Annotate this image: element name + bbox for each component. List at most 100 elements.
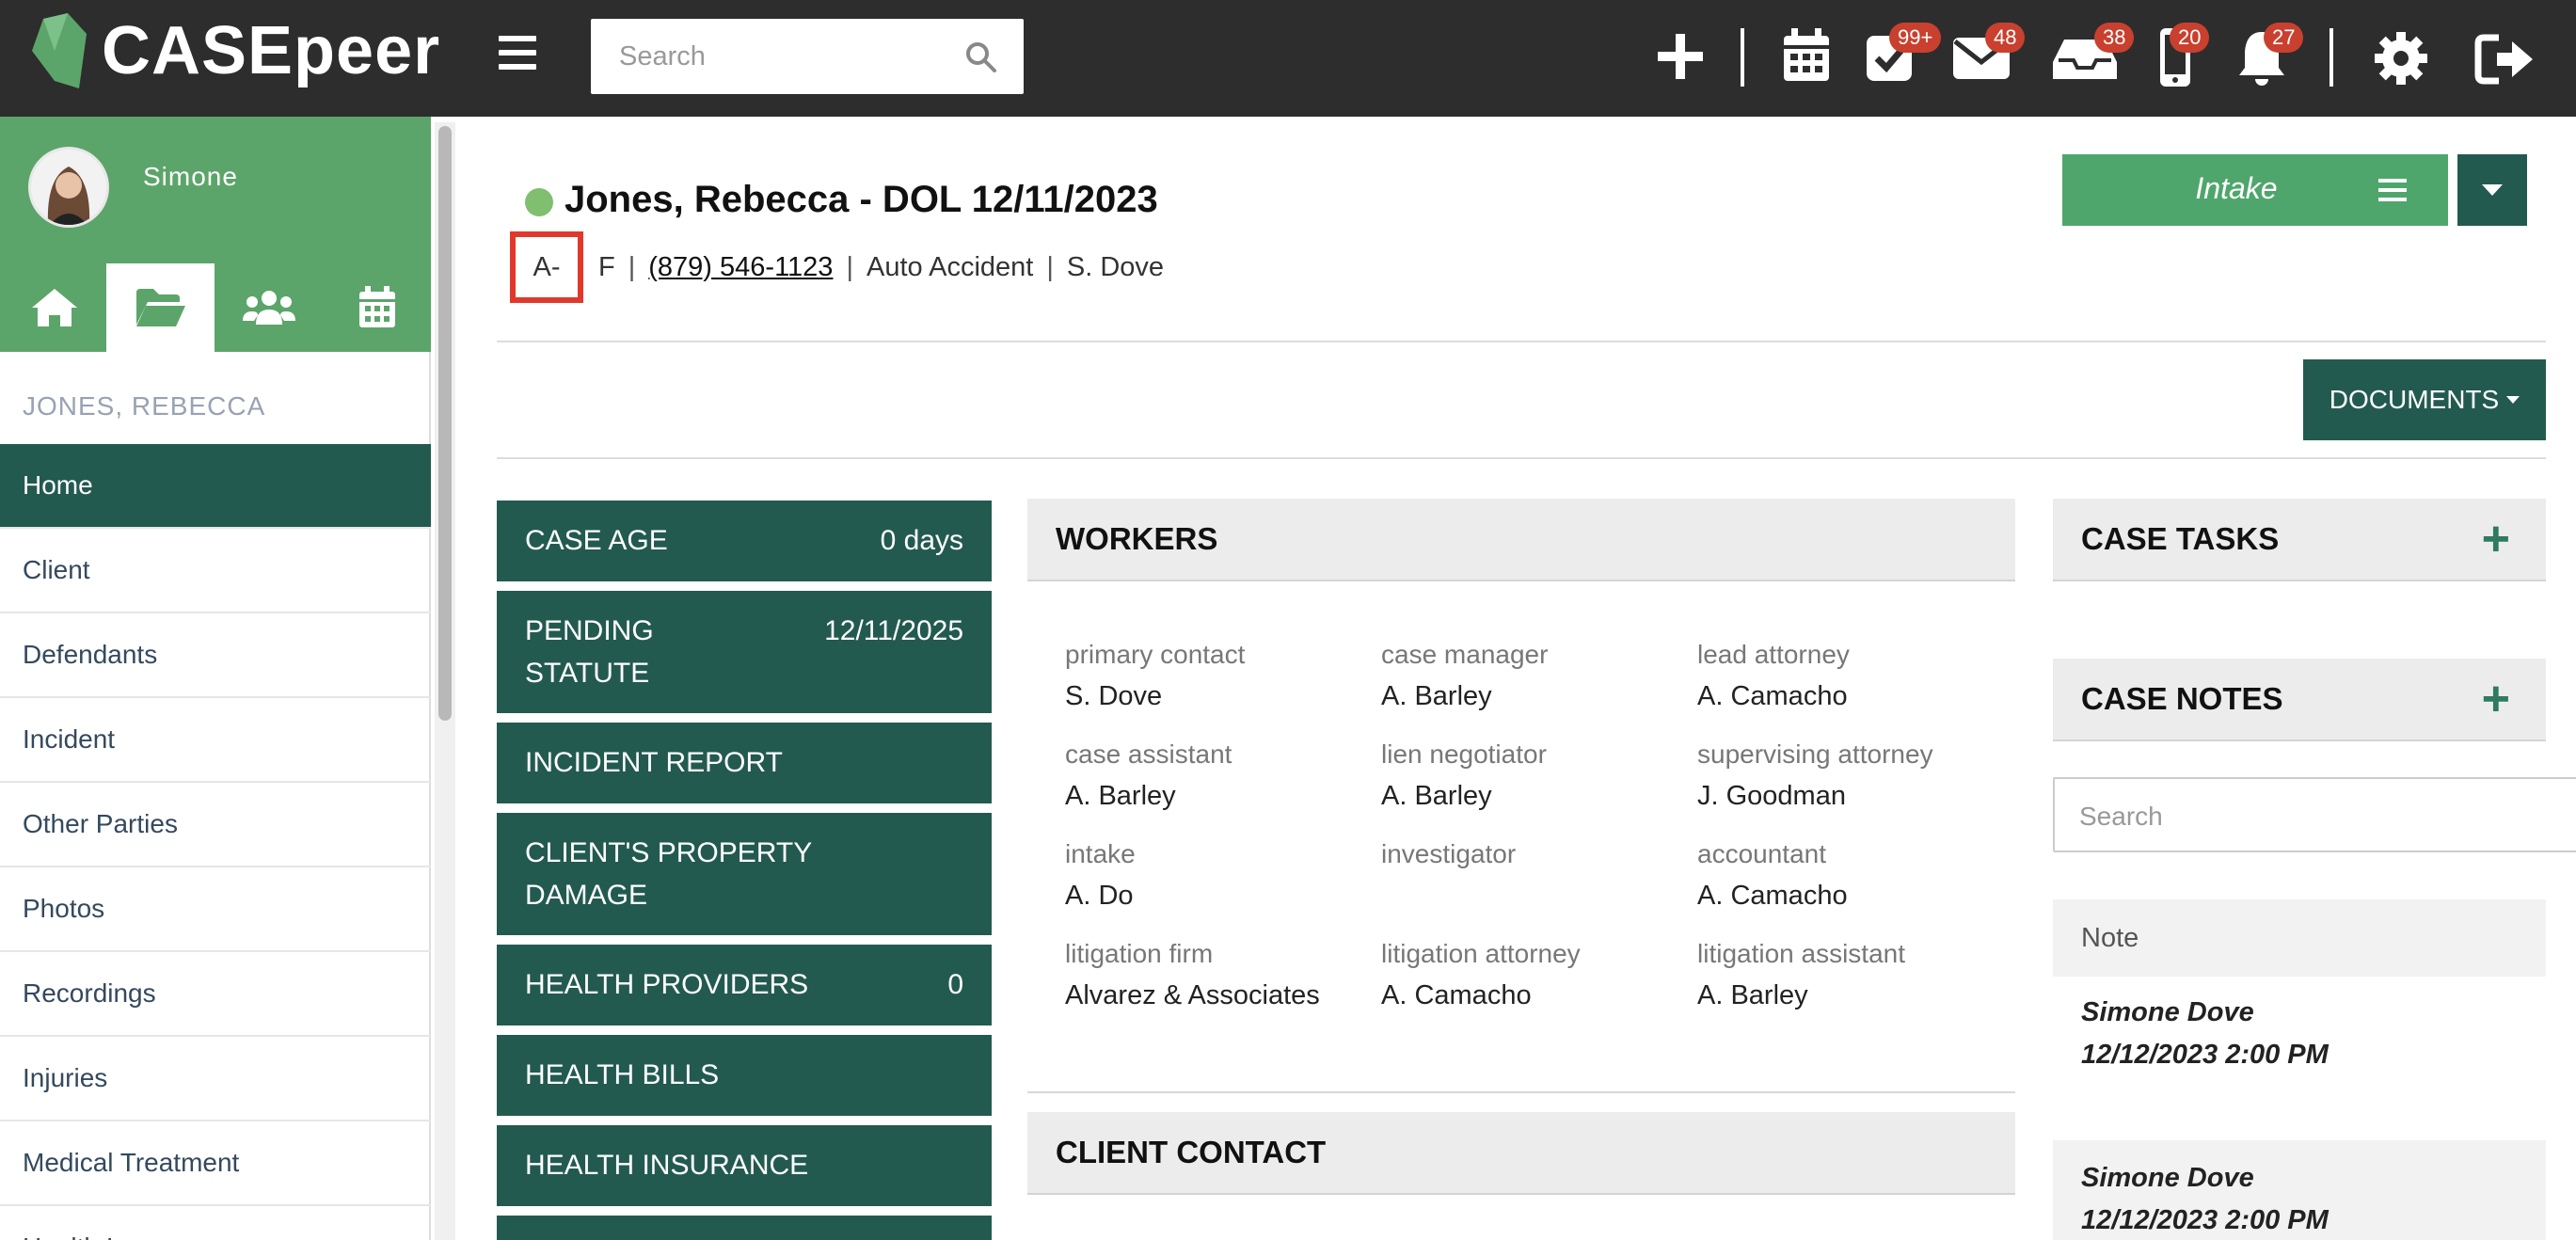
worker-name[interactable]: A. Barley [1697, 980, 1905, 1011]
user-avatar[interactable] [28, 147, 109, 228]
case-meta: A- F | (879) 546-1123 | Auto Accident | … [510, 231, 1164, 303]
nav-item-other-parties[interactable]: Other Parties [0, 783, 431, 867]
blood-type-field[interactable]: A- [510, 231, 583, 303]
worker-litigation-firm: litigation firm Alvarez & Associates [1065, 939, 1320, 1011]
client-phone-link[interactable]: (879) 546-1123 [648, 252, 833, 283]
nav-item-client[interactable]: Client [0, 529, 431, 613]
documents-label: DOCUMENTS [2329, 385, 2500, 414]
tile-value: 0 [947, 969, 963, 1000]
case-notes-title: CASE NOTES [2081, 681, 2283, 716]
case-age-tile[interactable]: CASE AGE 0 days [497, 501, 992, 581]
global-search-input[interactable]: Search [591, 19, 1024, 94]
worker-name[interactable]: A. Camacho [1697, 881, 1848, 912]
health-bills-tile[interactable]: HEALTH BILLS [497, 1035, 992, 1116]
notifications-count-badge: 27 [2264, 23, 2304, 54]
notes-column-header: Note [2053, 899, 2546, 977]
meta-divider: | [628, 251, 636, 282]
worker-supervising-attorney: supervising attorney J. Goodman [1697, 739, 1933, 812]
nav-item-health-insurance[interactable]: Health Insurance [0, 1206, 431, 1240]
worker-name[interactable]: A. Camacho [1381, 980, 1581, 1011]
nav-item-incident[interactable]: Incident [0, 698, 431, 783]
worker-role: investigator [1381, 839, 1517, 868]
case-type: Auto Accident [866, 251, 1034, 282]
nav-item-defendants[interactable]: Defendants [0, 613, 431, 698]
tab-contacts[interactable] [215, 263, 323, 352]
incident-report-tile[interactable]: INCIDENT REPORT [497, 723, 992, 803]
health-providers-tile[interactable]: HEALTH PROVIDERS 0 [497, 945, 992, 1025]
nav-item-recordings[interactable]: Recordings [0, 952, 431, 1037]
worker-case-manager: case manager A. Barley [1381, 640, 1548, 712]
menu-toggle-icon[interactable] [499, 36, 536, 77]
worker-name[interactable]: S. Dove [1065, 681, 1245, 712]
add-note-plus-icon[interactable]: + [2482, 675, 2510, 723]
case-stage-label: Intake [2195, 171, 2278, 205]
nav-item-photos[interactable]: Photos [0, 867, 431, 952]
current-case-name: JONES, REBECCA [23, 391, 266, 421]
pending-statute-tile[interactable]: PENDING STATUTE 12/11/2025 [497, 591, 992, 713]
note-item[interactable]: Simone Dove 12/12/2023 2:00 PM [2053, 992, 2546, 1076]
tile-label: HEALTH PROVIDERS [525, 969, 809, 1000]
search-icon[interactable] [965, 41, 997, 73]
worker-name[interactable]: Alvarez & Associates [1065, 980, 1320, 1011]
case-stage-button[interactable]: Intake [2062, 154, 2448, 226]
worker-name[interactable]: A. Camacho [1697, 681, 1850, 712]
tab-dashboard[interactable] [0, 263, 108, 352]
worker-primary-contact: primary contact S. Dove [1065, 640, 1245, 712]
health-insurance-tile[interactable]: HEALTH INSURANCE [497, 1125, 992, 1206]
note-datetime: 12/12/2023 2:00 PM [2081, 1039, 2329, 1070]
nav-item-home[interactable]: Home [0, 444, 431, 529]
add-task-plus-icon[interactable]: + [2482, 515, 2510, 564]
folder-open-icon [135, 289, 185, 326]
worker-name[interactable]: A. Barley [1381, 781, 1547, 812]
worker-case-assistant: case assistant A. Barley [1065, 739, 1232, 812]
worker-litigation-attorney: litigation attorney A. Camacho [1381, 939, 1581, 1011]
app-name: CASEpeer [102, 13, 441, 88]
tile-label: CASE AGE [525, 525, 668, 556]
note-author: Simone Dove [2081, 1163, 2254, 1193]
settings-gear-icon[interactable] [2373, 30, 2429, 87]
assigned-attorney: S. Dove [1066, 251, 1165, 282]
worker-name[interactable]: A. Barley [1065, 781, 1232, 812]
property-damage-tile[interactable]: CLIENT'S PROPERTY DAMAGE [497, 813, 992, 935]
inbox-count-badge: 38 [2094, 23, 2135, 54]
worker-accountant: accountant A. Camacho [1697, 839, 1848, 912]
tab-cases[interactable] [106, 263, 215, 352]
next-tile[interactable] [497, 1216, 992, 1240]
calendar-icon[interactable] [1782, 28, 1831, 83]
nav-item-injuries[interactable]: Injuries [0, 1037, 431, 1121]
username: Simone [143, 162, 238, 191]
case-stage-dropdown[interactable] [2457, 154, 2527, 226]
home-icon [31, 289, 77, 326]
case-status-indicator [525, 188, 553, 216]
casepeer-logo[interactable]: CASEpeer [30, 13, 440, 88]
toolbar-divider [2330, 28, 2333, 87]
divider [1027, 1091, 2015, 1093]
notes-search-input[interactable]: Search [2053, 777, 2576, 852]
case-title: Jones, Rebecca - DOL 12/11/2023 [564, 179, 1158, 220]
add-new-icon[interactable] [1656, 32, 1705, 81]
documents-button[interactable]: DOCUMENTS [2303, 359, 2546, 440]
notes-search-placeholder: Search [2079, 802, 2163, 831]
tile-value: 12/11/2025 [824, 615, 963, 646]
worker-role: case assistant [1065, 739, 1232, 769]
tab-calendar[interactable] [323, 263, 431, 352]
worker-name[interactable]: J. Goodman [1697, 781, 1933, 812]
sidebar-scrollbar-thumb[interactable] [438, 126, 452, 721]
tasks-count-badge: 99+ [1889, 23, 1942, 54]
logout-icon[interactable] [2474, 34, 2536, 85]
meta-divider: | [1046, 251, 1054, 282]
divider [497, 341, 2546, 342]
worker-role: lead attorney [1697, 640, 1850, 669]
worker-role: lien negotiator [1381, 739, 1547, 769]
worker-name[interactable]: A. Do [1065, 881, 1136, 912]
note-datetime: 12/12/2023 2:00 PM [2081, 1204, 2329, 1235]
worker-name[interactable]: A. Barley [1381, 681, 1548, 712]
tile-label: HEALTH INSURANCE [525, 1150, 809, 1181]
note-item[interactable]: Simone Dove 12/12/2023 2:00 PM [2053, 1140, 2546, 1240]
case-notes-header: CASE NOTES + [2053, 659, 2546, 741]
list-icon [2378, 179, 2407, 207]
meta-divider: | [846, 251, 853, 282]
mail-count-badge: 48 [1985, 23, 2026, 54]
nav-item-medical-treatment[interactable]: Medical Treatment [0, 1121, 431, 1206]
search-placeholder: Search [619, 41, 706, 72]
